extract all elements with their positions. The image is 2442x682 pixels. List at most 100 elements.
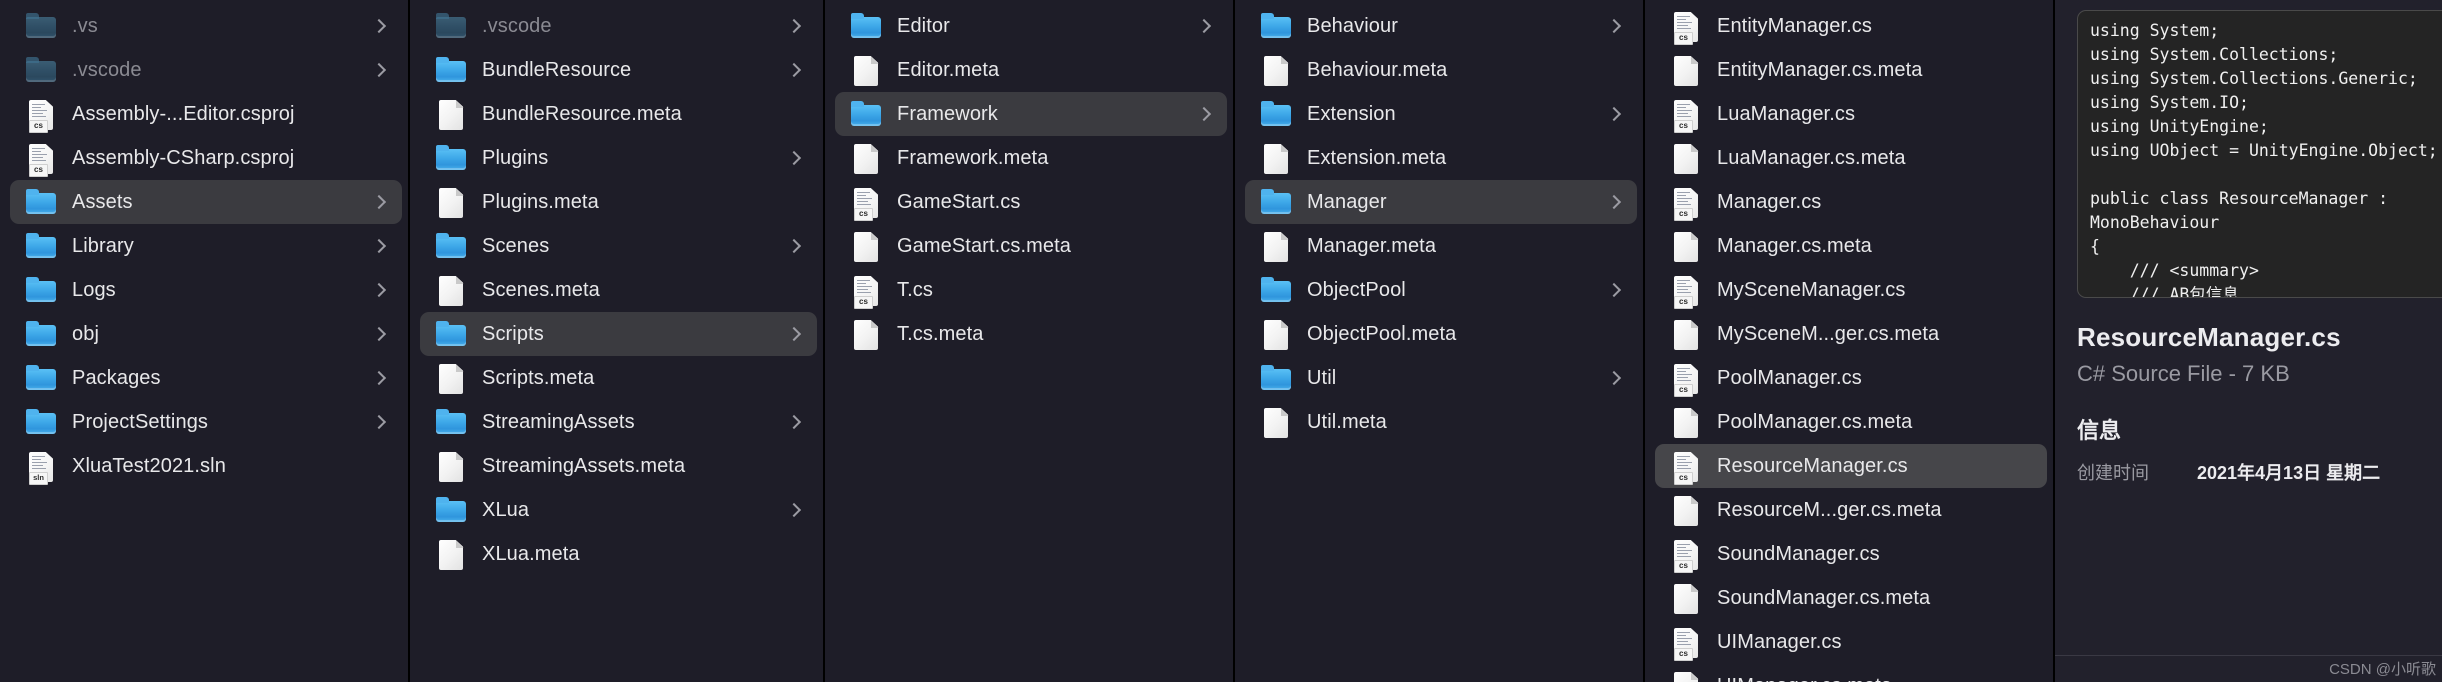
file-row[interactable]: cs LuaManager.cs xyxy=(1655,92,2047,136)
file-name-label: Editor.meta xyxy=(897,58,1000,81)
column-framework[interactable]: Behaviour Behaviour.meta Extension Extensio… xyxy=(1235,0,1645,682)
doc-icon xyxy=(1259,141,1293,175)
doc-icon xyxy=(1669,405,1703,439)
file-name-label: PoolManager.cs.meta xyxy=(1717,410,1913,433)
column-assets[interactable]: .vscode BundleResource BundleResource.meta… xyxy=(410,0,825,682)
file-row[interactable]: .vscode xyxy=(10,48,402,92)
file-name-label: StreamingAssets xyxy=(482,410,635,433)
file-row[interactable]: cs UIManager.cs xyxy=(1655,620,2047,664)
file-row[interactable]: Scripts.meta xyxy=(420,356,817,400)
file-row[interactable]: cs MySceneManager.cs xyxy=(1655,268,2047,312)
file-row[interactable]: Util xyxy=(1245,356,1637,400)
cs-file-icon: cs xyxy=(1669,537,1703,573)
file-type-badge: sln xyxy=(29,472,48,485)
preview-file-subtitle: C# Source File - 7 KB xyxy=(2077,361,2290,386)
file-row[interactable]: cs EntityManager.cs xyxy=(1655,4,2047,48)
file-row[interactable]: Manager.meta xyxy=(1245,224,1637,268)
file-type-badge: cs xyxy=(1674,208,1693,221)
file-row[interactable]: T.cs.meta xyxy=(835,312,1227,356)
file-row[interactable]: Extension.meta xyxy=(1245,136,1637,180)
file-row[interactable]: UIManager.cs.meta xyxy=(1655,664,2047,682)
file-name-label: Logs xyxy=(72,278,116,301)
chevron-right-icon xyxy=(787,283,801,297)
file-name-label: Framework.meta xyxy=(897,146,1049,169)
file-row[interactable]: Plugins xyxy=(420,136,817,180)
file-row[interactable]: Manager xyxy=(1245,180,1637,224)
file-row[interactable]: BundleResource xyxy=(420,48,817,92)
file-row[interactable]: Logs xyxy=(10,268,402,312)
file-row[interactable]: cs Assembly-CSharp.csproj xyxy=(10,136,402,180)
doc-icon xyxy=(1259,53,1293,87)
file-row[interactable]: Scenes xyxy=(420,224,817,268)
file-row[interactable]: ProjectSettings xyxy=(10,400,402,444)
file-row[interactable]: Scripts xyxy=(420,312,817,356)
file-row[interactable]: Assets xyxy=(10,180,402,224)
file-row[interactable]: .vs xyxy=(10,4,402,48)
chevron-right-icon xyxy=(787,415,801,429)
file-row[interactable]: EntityManager.cs.meta xyxy=(1655,48,2047,92)
column-scripts[interactable]: Editor Editor.meta Framework Framework.meta… xyxy=(825,0,1235,682)
file-row[interactable]: Editor xyxy=(835,4,1227,48)
doc-icon xyxy=(849,53,883,87)
folder-icon xyxy=(1259,97,1293,131)
file-row[interactable]: GameStart.cs.meta xyxy=(835,224,1227,268)
file-row[interactable]: cs GameStart.cs xyxy=(835,180,1227,224)
folder-icon xyxy=(24,53,58,87)
file-row[interactable]: XLua xyxy=(420,488,817,532)
file-row[interactable]: cs Manager.cs xyxy=(1655,180,2047,224)
chevron-right-icon xyxy=(1197,283,1211,297)
file-row[interactable]: cs ResourceManager.cs xyxy=(1655,444,2047,488)
file-name-label: PoolManager.cs xyxy=(1717,366,1862,389)
column-manager[interactable]: cs EntityManager.cs EntityManager.cs.meta c… xyxy=(1645,0,2055,682)
file-row[interactable]: Plugins.meta xyxy=(420,180,817,224)
folder-icon xyxy=(24,9,58,43)
code-preview-text: using System; using System.Collections; … xyxy=(2090,21,2438,298)
chevron-right-icon xyxy=(2017,371,2031,385)
file-row[interactable]: PoolManager.cs.meta xyxy=(1655,400,2047,444)
file-row[interactable]: StreamingAssets xyxy=(420,400,817,444)
file-name-label: Manager.cs xyxy=(1717,190,1822,213)
chevron-right-icon xyxy=(787,107,801,121)
file-row[interactable]: cs SoundManager.cs xyxy=(1655,532,2047,576)
file-row[interactable]: cs Assembly-...Editor.csproj xyxy=(10,92,402,136)
file-row[interactable]: Framework.meta xyxy=(835,136,1227,180)
column-project-root[interactable]: .vs .vscode cs Assembly-...Editor.csproj cs A… xyxy=(0,0,410,682)
file-row[interactable]: ObjectPool.meta xyxy=(1245,312,1637,356)
file-row[interactable]: cs T.cs xyxy=(835,268,1227,312)
chevron-right-icon xyxy=(1607,327,1621,341)
chevron-right-icon xyxy=(372,415,386,429)
file-row[interactable]: ResourceM...ger.cs.meta xyxy=(1655,488,2047,532)
chevron-right-icon xyxy=(2017,459,2031,473)
file-row[interactable]: sln XluaTest2021.sln xyxy=(10,444,402,488)
file-row[interactable]: Manager.cs.meta xyxy=(1655,224,2047,268)
file-name-label: Library xyxy=(72,234,134,257)
file-row[interactable]: Extension xyxy=(1245,92,1637,136)
file-row[interactable]: obj xyxy=(10,312,402,356)
file-row[interactable]: Framework xyxy=(835,92,1227,136)
file-row[interactable]: Util.meta xyxy=(1245,400,1637,444)
file-row[interactable]: BundleResource.meta xyxy=(420,92,817,136)
cs-file-icon: cs xyxy=(1669,9,1703,45)
file-row[interactable]: Scenes.meta xyxy=(420,268,817,312)
cs-file-icon: cs xyxy=(1669,185,1703,221)
file-name-label: Scenes.meta xyxy=(482,278,600,301)
file-row[interactable]: .vscode xyxy=(420,4,817,48)
file-row[interactable]: Editor.meta xyxy=(835,48,1227,92)
file-row[interactable]: Behaviour.meta xyxy=(1245,48,1637,92)
file-row[interactable]: Packages xyxy=(10,356,402,400)
chevron-right-icon xyxy=(1197,195,1211,209)
file-row[interactable]: LuaManager.cs.meta xyxy=(1655,136,2047,180)
file-row[interactable]: StreamingAssets.meta xyxy=(420,444,817,488)
file-row[interactable]: SoundManager.cs.meta xyxy=(1655,576,2047,620)
chevron-right-icon xyxy=(2017,107,2031,121)
file-row[interactable]: Library xyxy=(10,224,402,268)
folder-icon xyxy=(434,405,468,439)
file-row[interactable]: ObjectPool xyxy=(1245,268,1637,312)
file-row[interactable]: Behaviour xyxy=(1245,4,1637,48)
cs-file-icon: cs xyxy=(24,97,58,133)
file-name-label: MySceneManager.cs xyxy=(1717,278,1906,301)
file-row[interactable]: MySceneM...ger.cs.meta xyxy=(1655,312,2047,356)
file-row[interactable]: cs PoolManager.cs xyxy=(1655,356,2047,400)
chevron-right-icon xyxy=(1197,151,1211,165)
file-row[interactable]: XLua.meta xyxy=(420,532,817,576)
